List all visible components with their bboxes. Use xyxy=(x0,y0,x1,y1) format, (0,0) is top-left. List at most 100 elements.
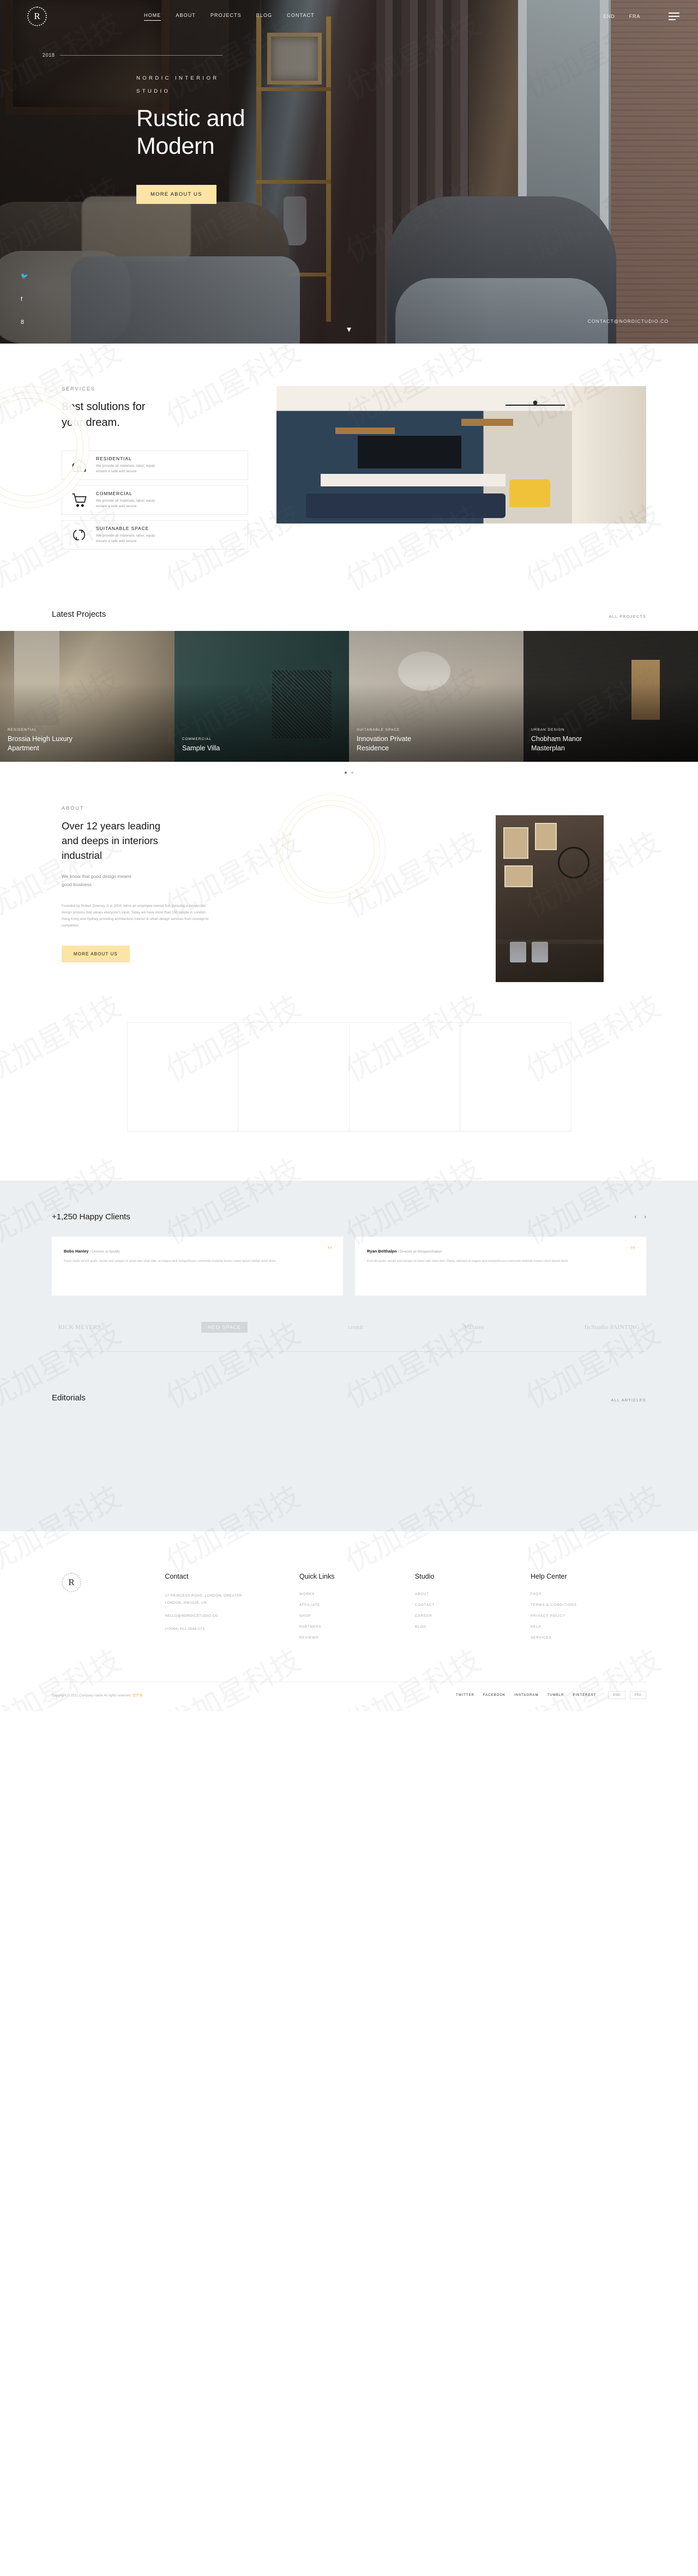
footer-link-partners[interactable]: PARTNERS xyxy=(299,1625,415,1629)
footer-link-shop[interactable]: SHOP xyxy=(299,1614,415,1618)
about-heading: Over 12 years leading and deeps in inter… xyxy=(62,820,160,861)
hero-title-line2: Modern xyxy=(136,133,215,159)
main-navigation: HOME ABOUT PROJECTS BLOG CONTACT xyxy=(144,13,315,21)
team-cell[interactable] xyxy=(460,1023,571,1131)
footer-link-works[interactable]: WORKS xyxy=(299,1592,415,1596)
footer-column-title: Quick Links xyxy=(299,1573,335,1580)
footer-link-help[interactable]: HELP xyxy=(531,1625,646,1629)
about-kicker: ABOUT xyxy=(62,805,85,811)
editorial-card[interactable] xyxy=(52,1417,242,1498)
footer-link-faqs[interactable]: FAQS xyxy=(531,1592,646,1596)
footer-link-affiliate[interactable]: AFFILIATE xyxy=(299,1603,415,1607)
footer-link-career[interactable]: CAREER xyxy=(415,1614,531,1618)
editorial-card[interactable] xyxy=(254,1417,444,1498)
service-card-commercial[interactable]: COMMERCIAL We provide all materials, lab… xyxy=(62,485,248,515)
brand-logos: RICK MEYERS NEO SPACE cronit Villates fi… xyxy=(52,1322,646,1333)
footer-logo[interactable]: R xyxy=(62,1573,81,1592)
brand-logo: Villates xyxy=(464,1324,484,1331)
projects-grid: RESIDENTIAL Brossia Heigh Luxury Apartme… xyxy=(0,631,698,762)
footer-column-title: Contact xyxy=(165,1573,189,1580)
social-link-facebook[interactable]: FACEBOOK xyxy=(483,1693,506,1697)
project-card[interactable]: RESIDENTIAL Brossia Heigh Luxury Apartme… xyxy=(0,631,174,762)
language-switcher: END FRA xyxy=(603,14,640,19)
hero-title-line1: Rustic and xyxy=(136,105,245,131)
projects-header: Latest Projects ALL PROJECTS xyxy=(52,610,646,619)
footer-lang-fra[interactable]: FRA xyxy=(629,1691,646,1699)
chevron-down-icon[interactable]: ▾ xyxy=(347,324,351,335)
service-card-suitanable-space[interactable]: SUITANABLE SPACE We provide all material… xyxy=(62,520,248,550)
social-link-twitter[interactable]: TWITTER xyxy=(456,1693,474,1697)
hero-contact-email[interactable]: CONTACT@NORDICTUDIO.CO xyxy=(588,318,669,324)
twitter-icon[interactable]: 🐦 xyxy=(21,273,28,280)
all-projects-link[interactable]: ALL PROJECTS xyxy=(609,614,646,619)
lang-option-fra[interactable]: FRA xyxy=(629,14,640,19)
project-card[interactable]: SUITANABLE SPACE Innovation Private Resi… xyxy=(349,631,524,762)
hero-year: 2018 xyxy=(43,52,222,58)
team-cell[interactable] xyxy=(238,1023,350,1131)
all-articles-link[interactable]: ALL ARTICLES xyxy=(611,1398,646,1403)
footer-email[interactable]: HELLO@NORDICSTUDIO.CO xyxy=(165,1612,299,1620)
nav-item-blog[interactable]: BLOG xyxy=(256,13,272,21)
hero-eyebrow: NORDIC INTERIOR STUDIO xyxy=(136,75,219,94)
editorial-card[interactable] xyxy=(456,1417,646,1498)
nav-item-about[interactable]: ABOUT xyxy=(176,13,196,21)
divider xyxy=(52,1351,646,1352)
project-name: Chobham Manor Masterplan xyxy=(531,735,582,752)
services-kicker: SERVICES xyxy=(62,386,96,392)
chevron-right-icon[interactable]: › xyxy=(644,1214,646,1220)
footer-link-privacy[interactable]: PRIVACY POLICY xyxy=(531,1614,646,1618)
social-link-pinterest[interactable]: PINTEREST xyxy=(573,1693,596,1697)
clients-section: +1,250 Happy Clients ‹ › ” Bobs Hanley /… xyxy=(0,1181,698,1375)
page-root: R HOME ABOUT PROJECTS BLOG CONTACT END F… xyxy=(0,0,698,1711)
footer-link-services[interactable]: SERVICES xyxy=(531,1636,646,1640)
footer-column-title: Studio xyxy=(414,1573,435,1580)
clients-header: +1,250 Happy Clients ‹ › xyxy=(52,1212,646,1221)
hero-social-rail: 🐦 f 8 xyxy=(21,273,28,326)
testimonial-card: ” Bobs Hanley / Director at Spotify Para… xyxy=(52,1237,343,1296)
service-card-residential[interactable]: RESIDENTIAL We provide all materials, la… xyxy=(62,450,248,480)
social-link-tumblr[interactable]: TUMBLR xyxy=(547,1693,564,1697)
footer-lang-eng[interactable]: ENG xyxy=(608,1691,625,1699)
quote-icon: ” xyxy=(630,1244,635,1256)
footer-column-help-center: Help Center FAQS TERMS & CONDITIONS PRIV… xyxy=(531,1573,646,1647)
google-plus-icon[interactable]: 8 xyxy=(21,319,28,326)
testimonial-quote: Erat elit quam, iaculis sed semper sit a… xyxy=(367,1260,569,1263)
footer-link-blog[interactable]: BLOG xyxy=(415,1625,531,1629)
about-cta-button[interactable]: MORE ABOUT US xyxy=(62,946,130,962)
team-cell[interactable] xyxy=(128,1023,238,1131)
footer-link-reviews[interactable]: REVIEWS xyxy=(299,1636,415,1640)
project-tag: SUITANABLE SPACE xyxy=(357,728,400,732)
project-tag: COMMERCIAL xyxy=(182,737,212,741)
hero-section: R HOME ABOUT PROJECTS BLOG CONTACT END F… xyxy=(0,0,698,344)
project-card[interactable]: URBAN DESIGN Chobham Manor Masterplan xyxy=(524,631,698,762)
project-name: Brossia Heigh Luxury Apartment xyxy=(8,735,73,752)
quote-icon: ” xyxy=(327,1244,332,1256)
hamburger-menu-icon[interactable] xyxy=(669,13,679,20)
copyright-text: Copyright © 2021.Company name All rights… xyxy=(52,1694,143,1698)
services-heading-line1: Best solutions for xyxy=(62,401,146,413)
hero-cta-button[interactable]: MORE ABOUT US xyxy=(136,185,216,204)
project-tag: URBAN DESIGN xyxy=(531,728,565,732)
brand-logo: NEO SPACE xyxy=(201,1322,248,1333)
project-name: Innovation Private Residence xyxy=(357,735,412,752)
hero-title: Rustic and Modern xyxy=(136,105,245,160)
facebook-icon[interactable]: f xyxy=(21,296,28,303)
about-section: ABOUT Over 12 years leading and deeps in… xyxy=(0,774,698,1001)
lang-option-end[interactable]: END xyxy=(603,14,615,19)
team-cell[interactable] xyxy=(350,1023,460,1131)
footer-phone[interactable]: (+0084) 912-3548-073 xyxy=(165,1626,299,1633)
nav-item-home[interactable]: HOME xyxy=(144,13,161,21)
chevron-left-icon[interactable]: ‹ xyxy=(635,1214,637,1220)
logo[interactable]: R xyxy=(27,7,47,26)
nav-item-contact[interactable]: CONTACT xyxy=(287,13,315,21)
footer-link-about[interactable]: ABOUT xyxy=(415,1592,531,1596)
social-link-instagram[interactable]: INSTAGRAM xyxy=(514,1693,538,1697)
about-body: Founded by Robert Downey Jr in 2004, we'… xyxy=(62,904,209,928)
service-desc: We provide all materials, labor, equip e… xyxy=(96,499,155,508)
nav-item-projects[interactable]: PROJECTS xyxy=(210,13,242,21)
footer-link-terms[interactable]: TERMS & CONDITIONS xyxy=(531,1603,646,1607)
project-card[interactable]: COMMERCIAL Sample Villa xyxy=(174,631,349,762)
footer-link-contact[interactable]: CONTACT xyxy=(415,1603,531,1607)
hero-content: 2018 NORDIC INTERIOR STUDIO Rustic and M… xyxy=(0,52,698,204)
projects-carousel-dots[interactable] xyxy=(0,762,698,774)
